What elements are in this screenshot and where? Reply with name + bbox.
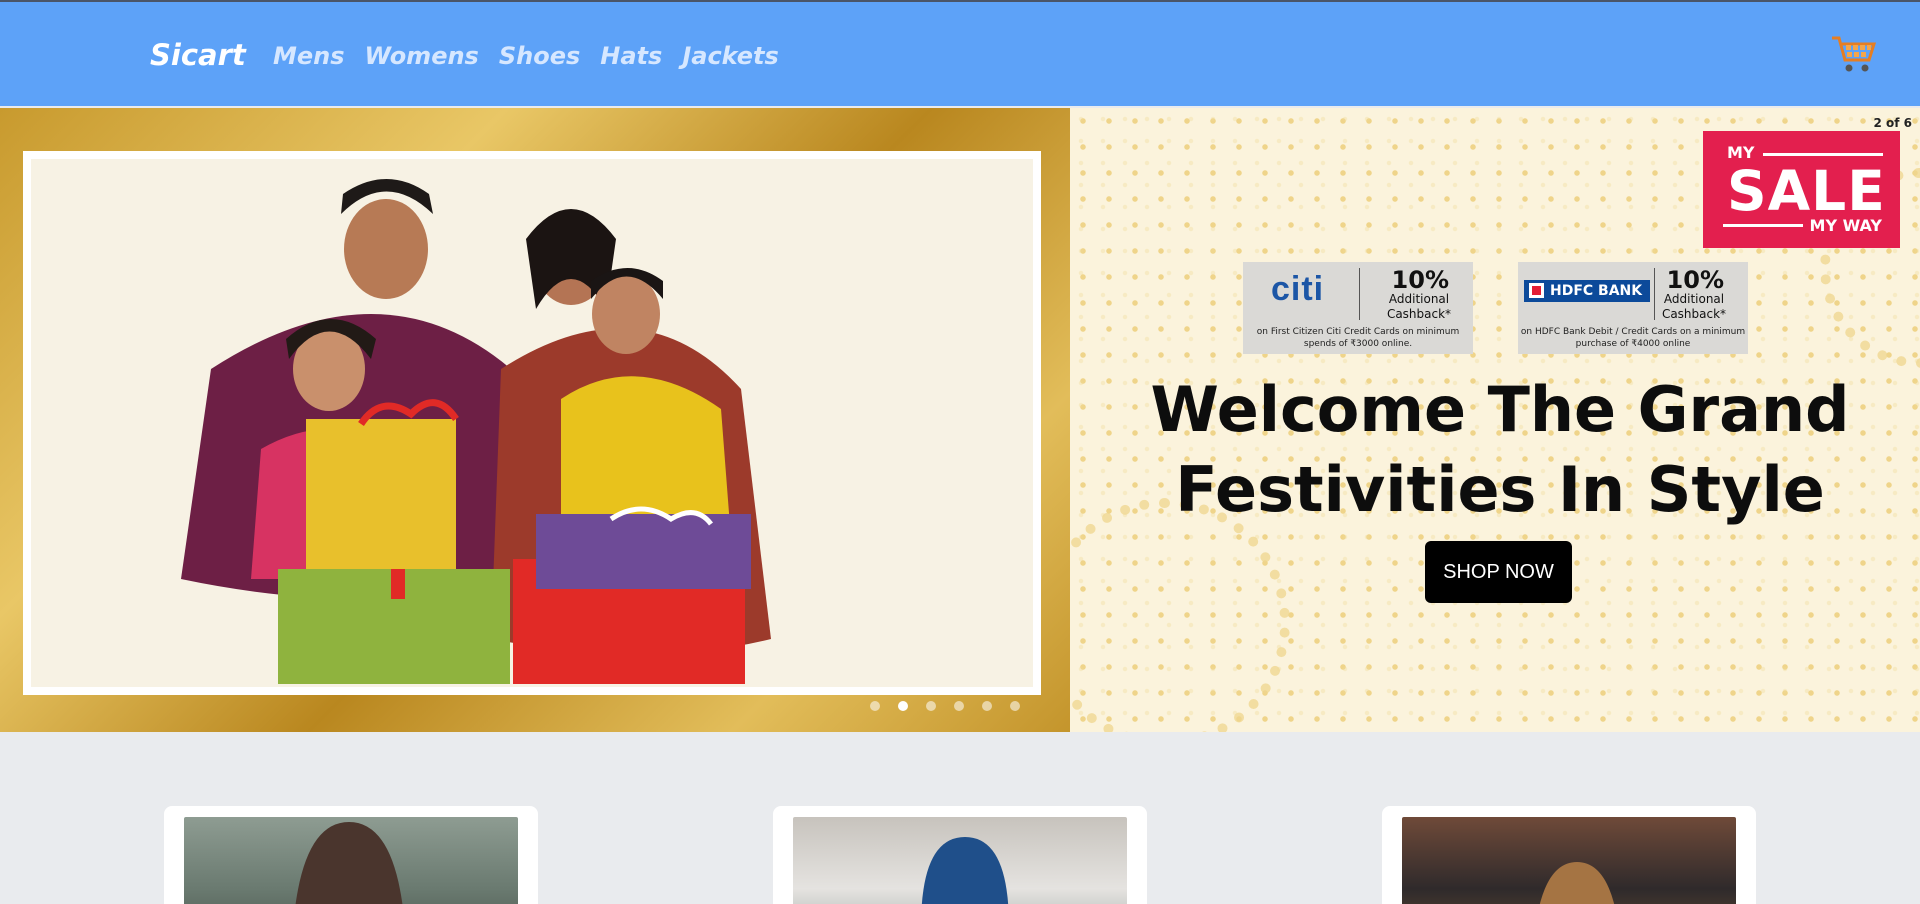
product-image-brown-hat[interactable] — [1402, 817, 1736, 904]
nav-link-jackets[interactable]: Jackets — [682, 42, 779, 70]
carousel-dots — [870, 701, 1020, 711]
headline-line-1: Welcome The Grand — [1150, 373, 1850, 446]
nav-link-womens[interactable]: Womens — [365, 42, 479, 70]
offer-card-hdfc[interactable]: HDFC BANK 10% Additional Cashback* on HD… — [1518, 262, 1748, 354]
product-image-fedora[interactable] — [184, 817, 518, 904]
offer-label: Additional Cashback* — [1661, 292, 1727, 321]
offer-label: Additional Cashback* — [1386, 292, 1452, 321]
carousel-dot[interactable] — [926, 701, 936, 711]
badge-rule — [1723, 224, 1803, 227]
citi-logo: citi — [1271, 270, 1325, 308]
sale-badge-line2: SALE — [1727, 159, 1886, 223]
offer-terms: on First Citizen Citi Credit Cards on mi… — [1256, 327, 1460, 349]
carousel-dot[interactable] — [954, 701, 964, 711]
product-image-beanie[interactable] — [793, 817, 1127, 904]
hdfc-logo: HDFC BANK — [1524, 280, 1651, 302]
carousel-dot[interactable] — [870, 701, 880, 711]
nav-link-mens[interactable]: Mens — [273, 42, 345, 70]
carousel-dot-active[interactable] — [898, 701, 908, 711]
family-gifts-image — [31, 159, 1033, 687]
carousel-dot[interactable] — [982, 701, 992, 711]
product-card[interactable] — [773, 806, 1147, 904]
carousel-dot[interactable] — [1010, 701, 1020, 711]
offer-divider — [1359, 268, 1360, 320]
offer-percent: 10% — [1391, 266, 1449, 294]
sale-badge-line3: MY WAY — [1809, 216, 1882, 235]
brand-logo[interactable]: Sicart — [150, 38, 246, 72]
sale-badge[interactable]: MY SALE MY WAY — [1703, 131, 1900, 248]
headline-line-2: Festivities In Style — [1175, 453, 1825, 526]
shopping-cart-icon[interactable] — [1830, 32, 1877, 74]
offer-terms: on HDFC Bank Debit / Credit Cards on a m… — [1520, 327, 1746, 349]
nav-link-hats[interactable]: Hats — [600, 42, 662, 70]
hdfc-mark-icon — [1529, 283, 1544, 298]
shop-now-button[interactable]: SHOP NOW — [1425, 541, 1572, 603]
badge-rule — [1763, 153, 1883, 156]
nav-link-shoes[interactable]: Shoes — [499, 42, 580, 70]
navbar: Sicart Mens Womens Shoes Hats Jackets — [0, 0, 1920, 106]
hero-carousel[interactable]: MY SALE MY WAY citi 10% Additional Cashb… — [0, 108, 1920, 732]
offer-card-citi[interactable]: citi 10% Additional Cashback* on First C… — [1243, 262, 1473, 354]
product-card[interactable] — [164, 806, 538, 904]
slide-counter: 2 of 6 — [1873, 116, 1912, 130]
product-card[interactable] — [1382, 806, 1756, 904]
hero-photo-frame — [23, 151, 1041, 695]
offer-percent: 10% — [1666, 266, 1724, 294]
category-nav: Mens Womens Shoes Hats Jackets — [273, 42, 779, 70]
hero-headline: Welcome The Grand Festivities In Style — [1150, 370, 1850, 530]
